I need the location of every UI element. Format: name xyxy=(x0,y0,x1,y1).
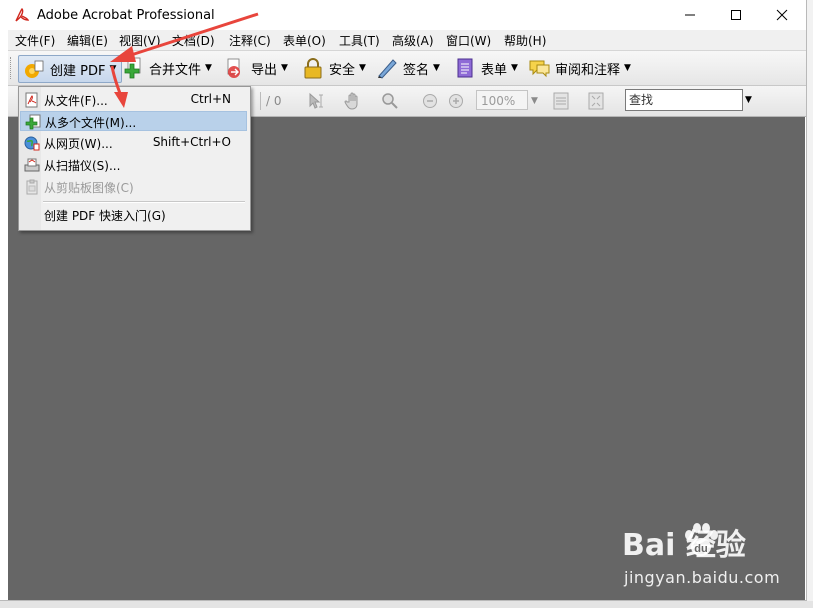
baidu-watermark: Bai 经验 du jingyan.baidu.com xyxy=(622,520,792,595)
menu-edit[interactable]: 编辑(E) xyxy=(67,32,108,49)
forms-label: 表单 xyxy=(481,62,508,78)
zoom-in-button[interactable] xyxy=(448,92,464,110)
web-page-icon xyxy=(24,136,40,151)
menu-item-label: 从扫描仪(S)... xyxy=(44,159,121,173)
multi-file-icon xyxy=(25,114,41,130)
menu-window[interactable]: 窗口(W) xyxy=(446,32,491,49)
acrobat-logo-icon xyxy=(15,8,30,22)
close-button[interactable] xyxy=(759,0,805,30)
menu-item-from-web-page[interactable]: 从网页(W)... Shift+Ctrl+O xyxy=(20,133,247,153)
export-label: 导出 xyxy=(251,62,278,78)
menu-document[interactable]: 文档(D) xyxy=(172,32,215,49)
search-dropdown-icon[interactable]: ▼ xyxy=(745,95,752,105)
zoom-out-button[interactable] xyxy=(422,92,438,110)
export-button[interactable]: 导出 ▼ xyxy=(224,55,288,81)
hand-tool-button[interactable] xyxy=(344,92,364,110)
hand-icon xyxy=(344,92,358,110)
create-pdf-button[interactable]: 创建 PDF ▼ xyxy=(18,55,122,83)
chevron-down-icon: ▼ xyxy=(511,63,518,73)
scanner-icon xyxy=(24,158,40,172)
create-pdf-menu: 从文件(F)... Ctrl+N 从多个文件(M)... 从网页(W)... S… xyxy=(18,86,251,231)
menu-item-from-clipboard[interactable]: 从剪贴板图像(C) xyxy=(20,177,247,197)
toolbar-grip[interactable] xyxy=(10,57,14,79)
menu-bar: 文件(F) 编辑(E) 视图(V) 文档(D) 注释(C) 表单(O) 工具(T… xyxy=(8,30,806,51)
combine-files-button[interactable]: 合并文件 ▼ xyxy=(122,55,212,81)
file-pdf-icon xyxy=(25,92,38,108)
create-pdf-icon xyxy=(25,60,44,78)
menu-help[interactable]: 帮助(H) xyxy=(504,32,546,49)
fit-page-icon xyxy=(588,92,604,110)
sign-label: 签名 xyxy=(403,62,430,78)
search-input[interactable]: 查找 xyxy=(625,89,743,111)
maximize-button[interactable] xyxy=(713,0,759,30)
magnifier-icon xyxy=(382,93,398,109)
zoom-out-icon xyxy=(423,94,437,108)
page-total: / 0 xyxy=(266,94,282,108)
zoom-level-field[interactable]: 100% xyxy=(476,90,528,110)
menu-view[interactable]: 视图(V) xyxy=(119,32,161,49)
menu-forms[interactable]: 表单(O) xyxy=(283,32,326,49)
chevron-down-icon: ▼ xyxy=(109,64,117,74)
paw-icon: du xyxy=(685,523,718,556)
forms-button[interactable]: 表单 ▼ xyxy=(454,55,518,81)
menu-item-from-scanner[interactable]: 从扫描仪(S)... xyxy=(20,155,247,175)
menu-item-shortcut: Shift+Ctrl+O xyxy=(152,135,231,149)
fit-width-icon xyxy=(553,92,569,110)
sign-button[interactable]: 签名 ▼ xyxy=(376,55,440,81)
menu-item-from-multiple-files[interactable]: 从多个文件(M)... xyxy=(20,111,247,131)
zoom-in-icon xyxy=(449,94,463,108)
menu-tools[interactable]: 工具(T) xyxy=(339,32,380,49)
clipboard-icon xyxy=(26,179,38,195)
window-title: Adobe Acrobat Professional xyxy=(37,8,215,23)
minimize-icon xyxy=(685,14,695,16)
pen-icon xyxy=(378,59,397,79)
export-icon xyxy=(227,58,240,78)
menu-advanced[interactable]: 高级(A) xyxy=(392,32,434,49)
zoom-tool-button[interactable] xyxy=(380,92,400,110)
combine-files-label: 合并文件 xyxy=(149,62,202,78)
maximize-icon xyxy=(731,10,741,20)
select-text-icon xyxy=(309,92,323,109)
combine-files-icon xyxy=(124,57,141,79)
chevron-down-icon: ▼ xyxy=(281,63,288,73)
fit-width-button[interactable] xyxy=(553,92,569,110)
lock-icon xyxy=(304,58,322,79)
task-toolbar: 创建 PDF ▼ 合并文件 ▼ 导出 ▼ 安全 ▼ 签名 ▼ 表单 ▼ 审阅和注… xyxy=(8,51,806,86)
menu-file[interactable]: 文件(F) xyxy=(15,32,55,49)
menu-item-label: 从文件(F)... xyxy=(44,94,108,108)
chevron-down-icon: ▼ xyxy=(433,63,440,73)
close-icon xyxy=(776,9,788,21)
title-bar: Adobe Acrobat Professional xyxy=(0,0,806,30)
menu-item-label: 从剪贴板图像(C) xyxy=(44,181,134,195)
review-comment-label: 审阅和注释 xyxy=(555,62,621,78)
comment-icon xyxy=(529,60,550,78)
svg-text:du: du xyxy=(694,543,707,555)
menu-item-label: 创建 PDF 快速入门(G) xyxy=(44,209,166,223)
menu-item-shortcut: Ctrl+N xyxy=(190,92,231,106)
chevron-down-icon[interactable]: ▼ xyxy=(531,92,538,110)
secure-label: 安全 xyxy=(329,62,356,78)
chevron-down-icon: ▼ xyxy=(624,63,631,73)
fit-page-button[interactable] xyxy=(588,92,604,110)
menu-item-from-file[interactable]: 从文件(F)... Ctrl+N xyxy=(20,90,247,110)
window-shadow-right xyxy=(807,0,813,608)
menu-comments[interactable]: 注释(C) xyxy=(229,32,271,49)
acrobat-window: Adobe Acrobat Professional 文件(F) 编辑(E) 视… xyxy=(0,0,807,601)
minimize-button[interactable] xyxy=(667,0,713,30)
page-number-field[interactable] xyxy=(260,92,265,110)
secure-button[interactable]: 安全 ▼ xyxy=(302,55,366,81)
menu-item-quick-start[interactable]: 创建 PDF 快速入门(G) xyxy=(20,205,247,225)
menu-item-label: 从网页(W)... xyxy=(44,137,113,151)
chevron-down-icon: ▼ xyxy=(359,63,366,73)
window-shadow-bottom xyxy=(0,601,813,608)
menu-separator xyxy=(43,201,245,203)
review-comment-button[interactable]: 审阅和注释 ▼ xyxy=(528,55,631,81)
menu-item-label: 从多个文件(M)... xyxy=(45,116,137,130)
form-icon xyxy=(457,58,473,78)
select-tool-button[interactable] xyxy=(308,92,328,110)
chevron-down-icon: ▼ xyxy=(205,63,212,73)
watermark-url: jingyan.baidu.com xyxy=(624,568,781,587)
create-pdf-label: 创建 PDF xyxy=(50,63,106,79)
